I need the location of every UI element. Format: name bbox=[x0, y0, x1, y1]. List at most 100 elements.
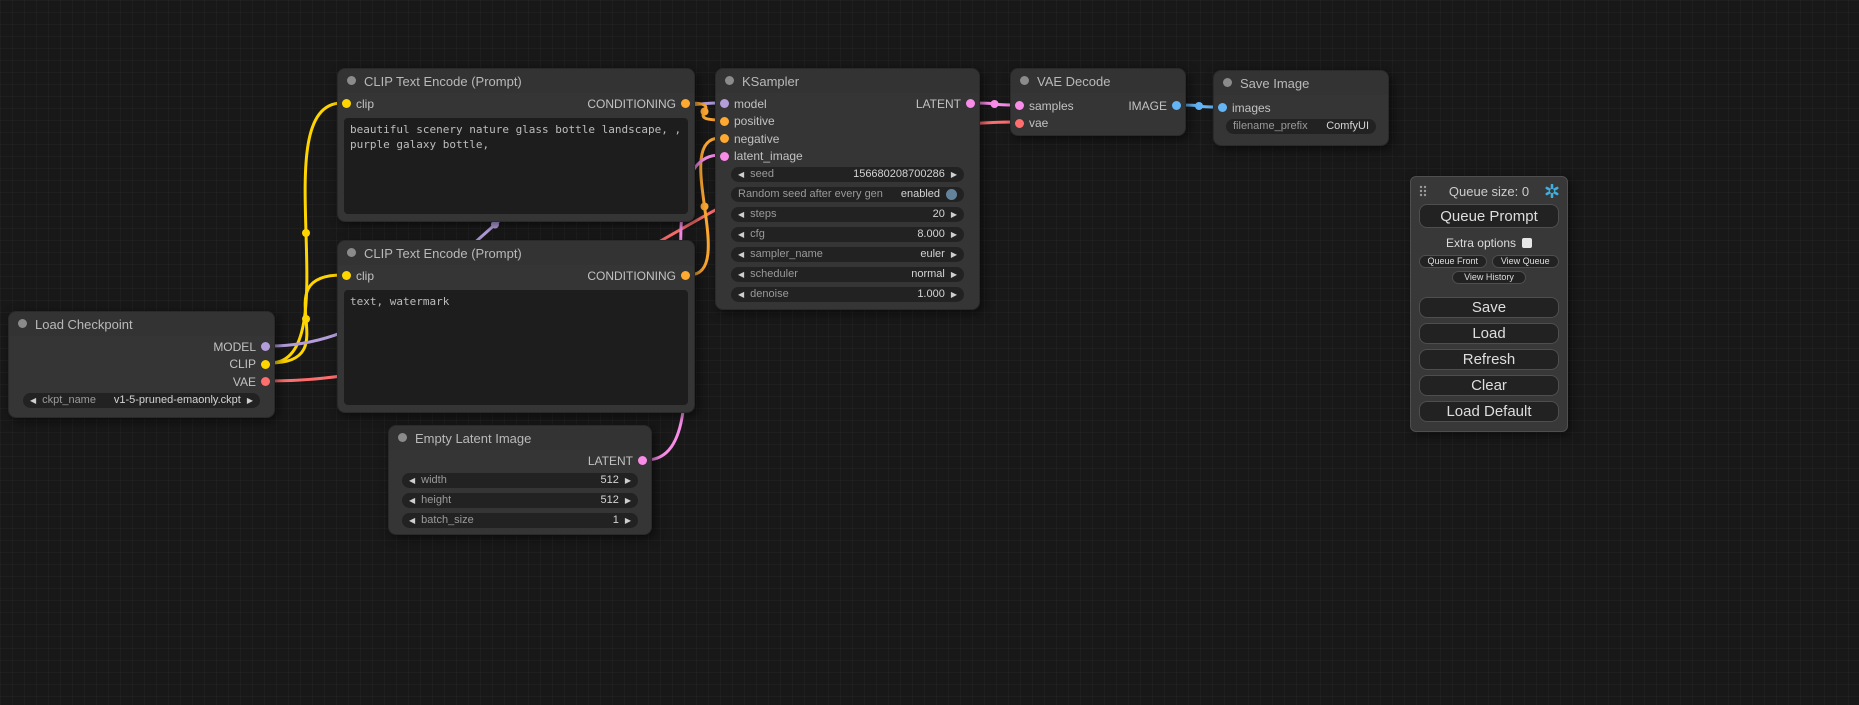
input-slot-samples[interactable]: samples bbox=[1012, 97, 1074, 115]
next-arrow-icon[interactable]: ▶ bbox=[951, 267, 957, 282]
conditioning-port-icon[interactable] bbox=[720, 117, 729, 126]
view-history-button[interactable]: View History bbox=[1452, 271, 1526, 284]
settings-gear-icon[interactable] bbox=[1545, 184, 1559, 198]
clear-button[interactable]: Clear bbox=[1419, 375, 1559, 396]
conditioning-port-icon[interactable] bbox=[720, 134, 729, 143]
prev-arrow-icon[interactable]: ◀ bbox=[409, 493, 415, 508]
node-empty-latent-image[interactable]: Empty Latent Image LATENT ◀ width 512 ▶ … bbox=[388, 425, 652, 535]
input-slot-positive[interactable]: positive bbox=[717, 113, 803, 131]
cfg-widget[interactable]: ◀ cfg 8.000 ▶ bbox=[731, 227, 964, 242]
scheduler-widget[interactable]: ◀ scheduler normal ▶ bbox=[731, 267, 964, 282]
next-arrow-icon[interactable]: ▶ bbox=[951, 167, 957, 182]
node-header[interactable]: VAE Decode bbox=[1011, 69, 1185, 93]
input-slot-latent-image[interactable]: latent_image bbox=[717, 148, 803, 166]
prev-arrow-icon[interactable]: ◀ bbox=[409, 513, 415, 528]
collapse-dot-icon[interactable] bbox=[1020, 76, 1029, 85]
ckpt-name-widget[interactable]: ◀ ckpt_name v1-5-pruned-emaonly.ckpt ▶ bbox=[23, 393, 260, 408]
save-button[interactable]: Save bbox=[1419, 297, 1559, 318]
latent-port-icon[interactable] bbox=[638, 456, 647, 465]
collapse-dot-icon[interactable] bbox=[398, 433, 407, 442]
clip-port-icon[interactable] bbox=[342, 99, 351, 108]
height-widget[interactable]: ◀ height 512 ▶ bbox=[402, 493, 638, 508]
prev-arrow-icon[interactable]: ◀ bbox=[738, 247, 744, 262]
steps-widget[interactable]: ◀ steps 20 ▶ bbox=[731, 207, 964, 222]
node-header[interactable]: CLIP Text Encode (Prompt) bbox=[338, 241, 694, 265]
input-slot-clip[interactable]: clip bbox=[339, 95, 374, 113]
next-arrow-icon[interactable]: ▶ bbox=[247, 393, 253, 408]
seed-widget[interactable]: ◀ seed 156680208700286 ▶ bbox=[731, 167, 964, 182]
output-slot-latent[interactable]: LATENT bbox=[588, 452, 650, 470]
positive-prompt-textarea[interactable]: beautiful scenery nature glass bottle la… bbox=[344, 118, 688, 214]
prev-arrow-icon[interactable]: ◀ bbox=[409, 473, 415, 488]
next-arrow-icon[interactable]: ▶ bbox=[951, 247, 957, 262]
input-slot-images[interactable]: images bbox=[1215, 99, 1271, 117]
collapse-dot-icon[interactable] bbox=[347, 76, 356, 85]
image-port-icon[interactable] bbox=[1218, 103, 1227, 112]
width-widget[interactable]: ◀ width 512 ▶ bbox=[402, 473, 638, 488]
node-clip-text-encode-positive[interactable]: CLIP Text Encode (Prompt) clip CONDITION… bbox=[337, 68, 695, 222]
latent-port-icon[interactable] bbox=[1015, 101, 1024, 110]
prev-arrow-icon[interactable]: ◀ bbox=[30, 393, 36, 408]
denoise-widget[interactable]: ◀ denoise 1.000 ▶ bbox=[731, 287, 964, 302]
next-arrow-icon[interactable]: ▶ bbox=[625, 473, 631, 488]
clip-port-icon[interactable] bbox=[261, 360, 270, 369]
vae-port-icon[interactable] bbox=[1015, 119, 1024, 128]
node-load-checkpoint[interactable]: Load Checkpoint MODEL CLIP VAE ◀ ckpt_na… bbox=[8, 311, 275, 418]
input-slot-vae[interactable]: vae bbox=[1012, 115, 1074, 133]
refresh-button[interactable]: Refresh bbox=[1419, 349, 1559, 370]
toggle-knob-icon[interactable] bbox=[946, 189, 957, 200]
latent-port-icon[interactable] bbox=[966, 99, 975, 108]
node-header[interactable]: Load Checkpoint bbox=[9, 312, 274, 336]
node-clip-text-encode-negative[interactable]: CLIP Text Encode (Prompt) clip CONDITION… bbox=[337, 240, 695, 413]
node-header[interactable]: CLIP Text Encode (Prompt) bbox=[338, 69, 694, 93]
collapse-dot-icon[interactable] bbox=[347, 248, 356, 257]
next-arrow-icon[interactable]: ▶ bbox=[625, 493, 631, 508]
model-port-icon[interactable] bbox=[720, 99, 729, 108]
prev-arrow-icon[interactable]: ◀ bbox=[738, 227, 744, 242]
batch-size-widget[interactable]: ◀ batch_size 1 ▶ bbox=[402, 513, 638, 528]
image-port-icon[interactable] bbox=[1172, 101, 1181, 110]
queue-panel-header[interactable]: Queue size: 0 bbox=[1419, 180, 1559, 202]
queue-prompt-button[interactable]: Queue Prompt bbox=[1419, 204, 1559, 228]
node-vae-decode[interactable]: VAE Decode samples vae IMAGE bbox=[1010, 68, 1186, 136]
filename-prefix-widget[interactable]: filename_prefix ComfyUI bbox=[1226, 119, 1376, 134]
sampler-name-widget[interactable]: ◀ sampler_name euler ▶ bbox=[731, 247, 964, 262]
vae-port-icon[interactable] bbox=[261, 377, 270, 386]
node-ksampler[interactable]: KSampler model positive negative latent_… bbox=[715, 68, 980, 310]
load-button[interactable]: Load bbox=[1419, 323, 1559, 344]
output-slot-conditioning[interactable]: CONDITIONING bbox=[587, 95, 693, 113]
node-graph-canvas[interactable]: Load Checkpoint MODEL CLIP VAE ◀ ckpt_na… bbox=[0, 0, 1859, 705]
input-slot-negative[interactable]: negative bbox=[717, 130, 803, 148]
clip-port-icon[interactable] bbox=[342, 271, 351, 280]
output-slot-latent[interactable]: LATENT bbox=[916, 95, 978, 113]
view-queue-button[interactable]: View Queue bbox=[1492, 255, 1560, 268]
load-default-button[interactable]: Load Default bbox=[1419, 401, 1559, 422]
node-header[interactable]: Save Image bbox=[1214, 71, 1388, 95]
random-seed-toggle-widget[interactable]: Random seed after every gen enabled bbox=[731, 187, 964, 202]
conditioning-port-icon[interactable] bbox=[681, 271, 690, 280]
latent-port-icon[interactable] bbox=[720, 152, 729, 161]
drag-handle-icon[interactable] bbox=[1419, 185, 1427, 197]
model-port-icon[interactable] bbox=[261, 342, 270, 351]
output-slot-vae[interactable]: VAE bbox=[213, 373, 273, 391]
node-header[interactable]: KSampler bbox=[716, 69, 979, 93]
node-save-image[interactable]: Save Image images filename_prefix ComfyU… bbox=[1213, 70, 1389, 146]
collapse-dot-icon[interactable] bbox=[18, 319, 27, 328]
negative-prompt-textarea[interactable]: text, watermark bbox=[344, 290, 688, 405]
next-arrow-icon[interactable]: ▶ bbox=[951, 227, 957, 242]
output-slot-model[interactable]: MODEL bbox=[213, 338, 273, 356]
output-slot-image[interactable]: IMAGE bbox=[1128, 97, 1184, 115]
output-slot-conditioning[interactable]: CONDITIONING bbox=[587, 267, 693, 285]
next-arrow-icon[interactable]: ▶ bbox=[951, 287, 957, 302]
collapse-dot-icon[interactable] bbox=[1223, 78, 1232, 87]
prev-arrow-icon[interactable]: ◀ bbox=[738, 287, 744, 302]
next-arrow-icon[interactable]: ▶ bbox=[625, 513, 631, 528]
prev-arrow-icon[interactable]: ◀ bbox=[738, 207, 744, 222]
input-slot-clip[interactable]: clip bbox=[339, 267, 374, 285]
queue-front-button[interactable]: Queue Front bbox=[1419, 255, 1487, 268]
input-slot-model[interactable]: model bbox=[717, 95, 803, 113]
conditioning-port-icon[interactable] bbox=[681, 99, 690, 108]
extra-options-checkbox[interactable] bbox=[1522, 238, 1532, 248]
prev-arrow-icon[interactable]: ◀ bbox=[738, 167, 744, 182]
next-arrow-icon[interactable]: ▶ bbox=[951, 207, 957, 222]
